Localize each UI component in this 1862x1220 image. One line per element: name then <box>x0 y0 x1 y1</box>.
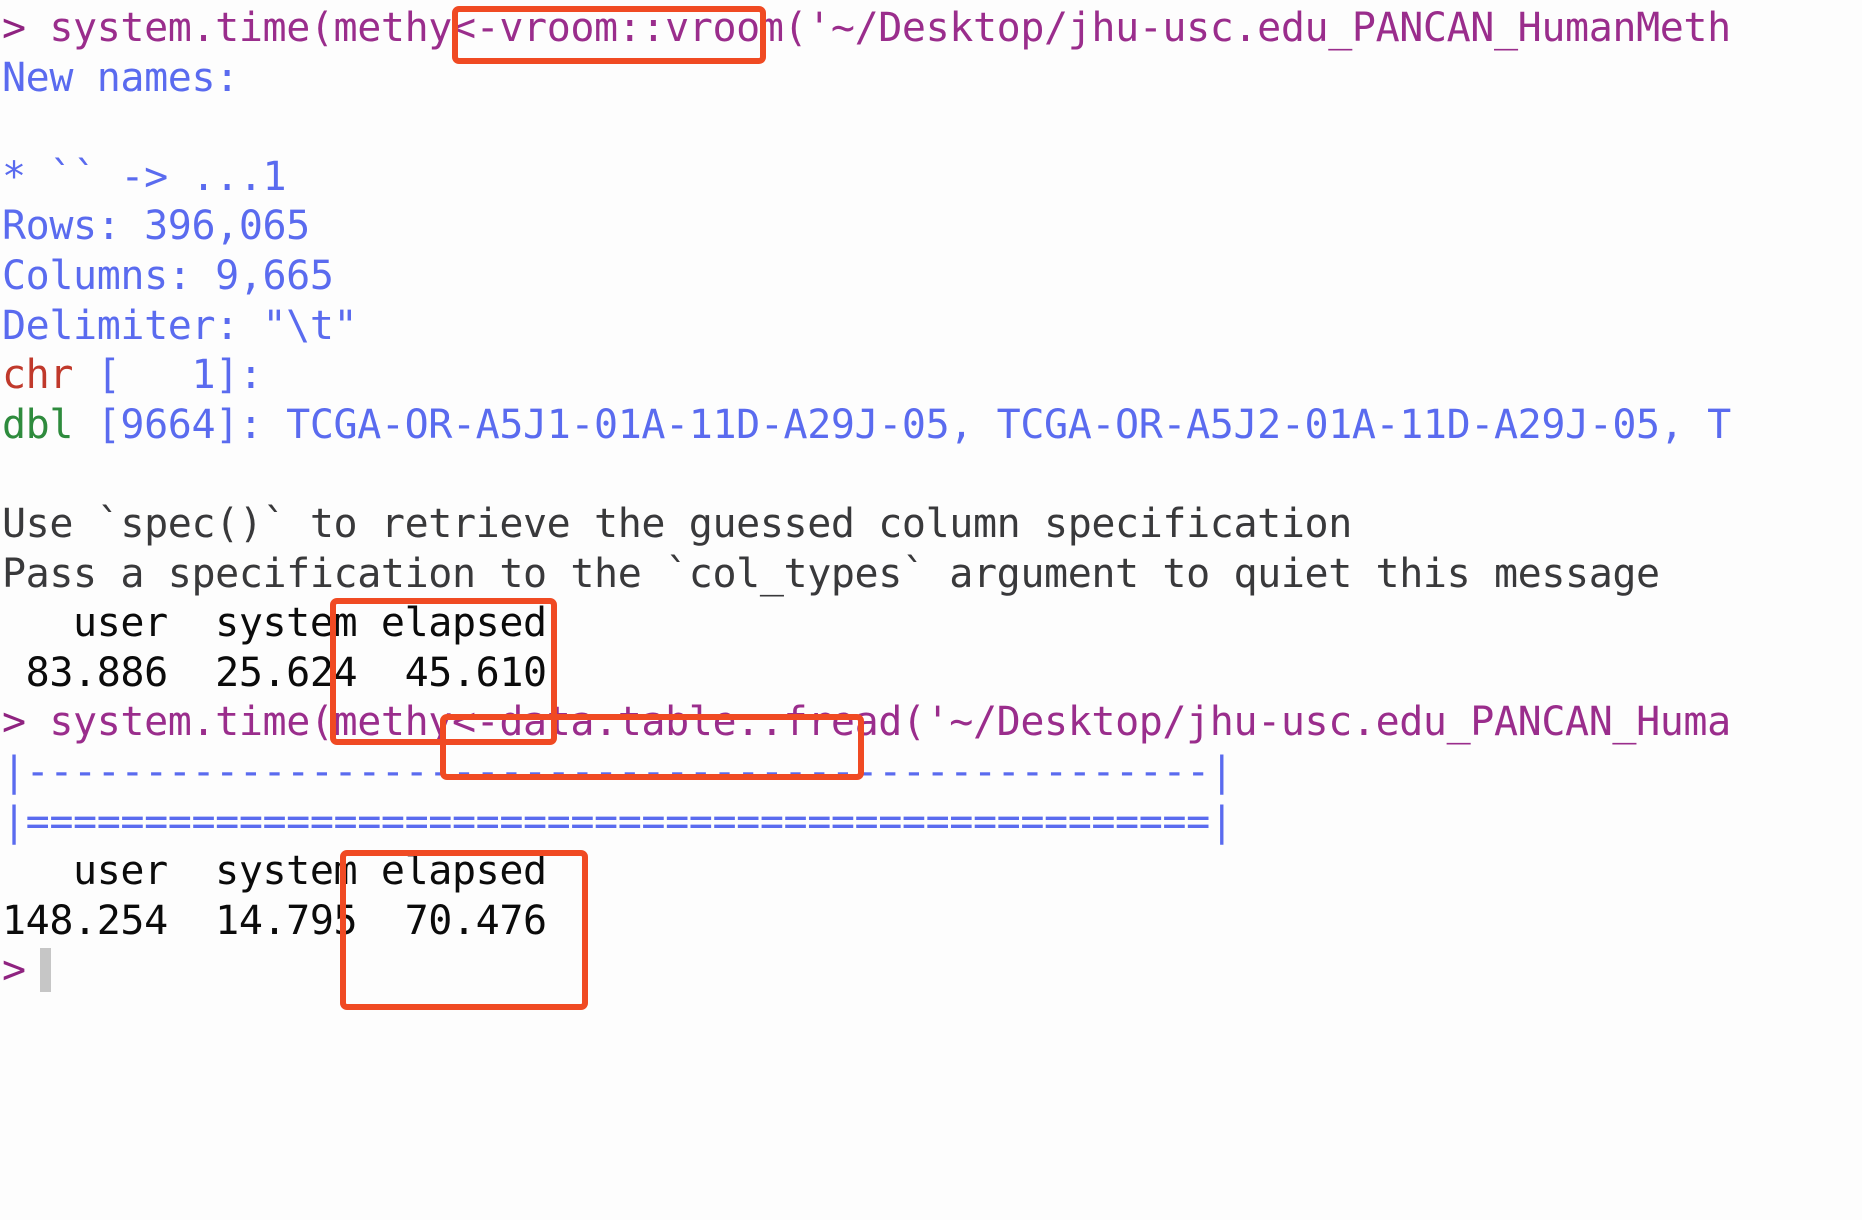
console-segment: Rows: 396,065 <box>2 203 310 250</box>
console-line-new-name-1: * `` -> ...1 <box>0 153 1862 203</box>
console-segment: system.time(methy<-data.table::fread('~/… <box>49 699 1731 746</box>
console-segment: > <box>2 5 50 51</box>
console-line-rows: Rows: 396,065 <box>0 202 1862 252</box>
console-line-timing-1-header: user system elapsed <box>0 599 1862 649</box>
console-line-timing-1-values: 83.886 25.624 45.610 <box>0 649 1862 699</box>
console-line-timing-2-header: user system elapsed <box>0 847 1862 897</box>
console-segment: user system elapsed <box>2 600 571 647</box>
console-segment: 148.254 14.795 70.476 <box>2 897 571 944</box>
console-segment: Delimiter: "\t" <box>2 302 358 349</box>
console-segment: > <box>2 947 26 994</box>
console-segment: New names: <box>2 54 239 101</box>
console-segment: 83.886 25.624 45.610 <box>2 649 571 696</box>
console-line-blank-2 <box>0 450 1862 500</box>
console-segment: > <box>2 699 50 746</box>
console-segment <box>2 104 26 150</box>
console-line-columns: Columns: 9,665 <box>0 252 1862 302</box>
console-line-cmd-vroom: > system.time(methy<-vroom::vroom('~/Des… <box>0 4 1862 54</box>
console-line-delimiter: Delimiter: "\t" <box>0 302 1862 352</box>
console-segment: Pass a specification to the `col_types` … <box>2 550 1660 597</box>
console-segment: system.time(methy<-vroom::vroom('~/Deskt… <box>49 5 1731 51</box>
console-segment: user system elapsed <box>2 848 571 895</box>
console-segment: chr <box>2 352 74 399</box>
r-console-window[interactable]: > system.time(methy<-vroom::vroom('~/Des… <box>0 0 1862 1220</box>
console-line-chr-spec: chr [ 1]: <box>0 351 1862 401</box>
console-segment: |---------------------------------------… <box>2 748 1234 795</box>
console-segment: |=======================================… <box>2 798 1234 845</box>
console-segment: Use `spec()` to retrieve the guessed col… <box>2 500 1352 547</box>
console-line-cmd-fread: > system.time(methy<-data.table::fread('… <box>0 698 1862 748</box>
console-line-blank-1 <box>0 103 1862 153</box>
console-line-final-prompt: > <box>0 946 1862 996</box>
console-line-progress-bar-fill: |=======================================… <box>0 798 1862 848</box>
text-cursor[interactable] <box>39 948 51 993</box>
console-line-progress-bar-scale: |---------------------------------------… <box>0 748 1862 798</box>
console-segment: [9664]: TCGA-OR-A5J1-01A-11D-A29J-05, TC… <box>73 401 1731 448</box>
console-line-timing-2-values: 148.254 14.795 70.476 <box>0 897 1862 947</box>
console-output: > system.time(methy<-vroom::vroom('~/Des… <box>0 4 1862 996</box>
console-line-dbl-spec: dbl [9664]: TCGA-OR-A5J1-01A-11D-A29J-05… <box>0 401 1862 451</box>
console-segment <box>2 451 26 497</box>
console-line-spec-hint-2: Pass a specification to the `col_types` … <box>0 550 1862 600</box>
console-segment: [ 1]: <box>73 352 287 399</box>
console-segment: Columns: 9,665 <box>2 252 334 299</box>
console-line-spec-hint-1: Use `spec()` to retrieve the guessed col… <box>0 500 1862 550</box>
console-segment: dbl <box>2 401 74 448</box>
console-line-new-names-header: New names: <box>0 54 1862 104</box>
console-segment: * `` -> ...1 <box>2 153 287 200</box>
